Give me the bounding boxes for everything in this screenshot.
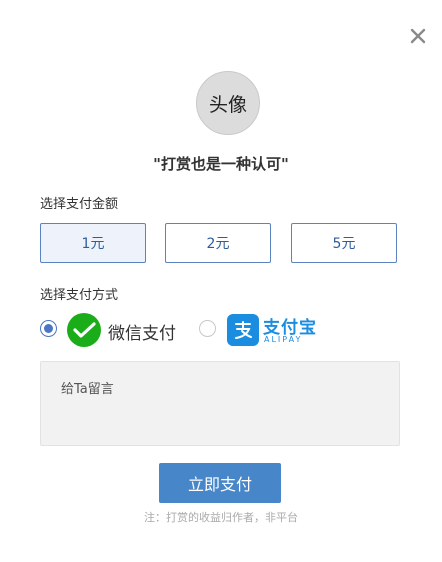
disclaimer-note: 注：打赏的收益归作者，非平台 bbox=[144, 511, 298, 524]
avatar-label: 头像 bbox=[208, 93, 247, 116]
close-icon[interactable] bbox=[408, 26, 428, 46]
alipay-sub-label: ALIPAY bbox=[264, 335, 303, 344]
wechat-radio[interactable] bbox=[40, 320, 57, 337]
message-placeholder: 给Ta留言 bbox=[61, 382, 114, 397]
payment-section-label: 选择支付方式 bbox=[40, 288, 119, 303]
amount-option-1[interactable]: 1元 bbox=[40, 223, 146, 263]
pay-now-button[interactable]: 立即支付 bbox=[159, 463, 281, 503]
amount-section-label: 选择支付金额 bbox=[40, 197, 119, 212]
amount-option-2[interactable]: 2元 bbox=[165, 223, 271, 263]
alipay-icon[interactable] bbox=[227, 314, 259, 346]
message-input[interactable]: 给Ta留言 bbox=[40, 361, 400, 446]
avatar: 头像 bbox=[196, 71, 260, 135]
amount-option-5[interactable]: 5元 bbox=[291, 223, 397, 263]
alipay-radio[interactable] bbox=[199, 320, 216, 337]
dialog-title: "打赏也是一种认可" bbox=[153, 155, 289, 173]
wechat-icon[interactable] bbox=[67, 313, 101, 347]
wechat-pay-label[interactable]: 微信支付 bbox=[108, 319, 176, 344]
